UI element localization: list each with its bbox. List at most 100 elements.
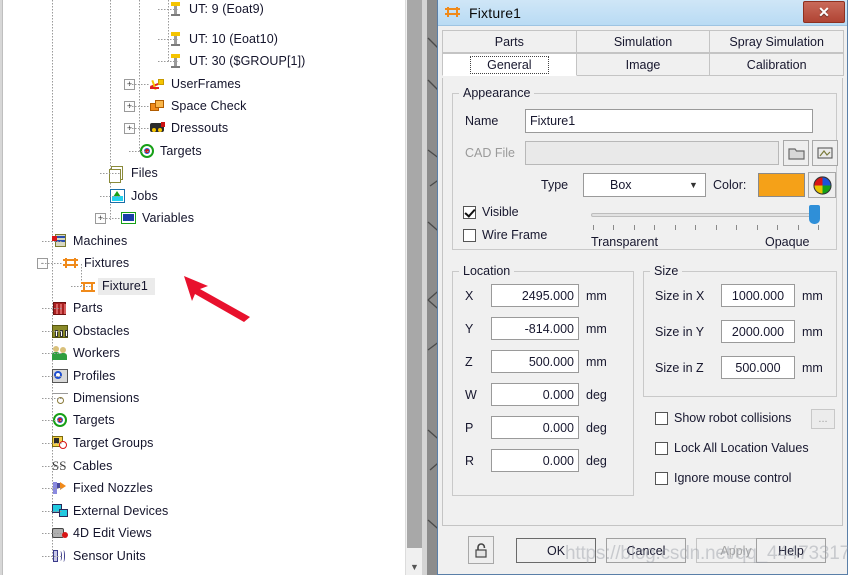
tree-item-target-groups[interactable]: Target Groups (50, 432, 154, 454)
transparency-slider-track[interactable] (591, 213, 819, 217)
ok-button[interactable]: OK (516, 538, 596, 563)
tree-connector-line (100, 173, 120, 174)
show-robot-collisions-checkbox[interactable]: Show robot collisions (655, 411, 791, 425)
project-tree-panel[interactable]: UT: 9 (Eoat9) UT: 10 (Eoat10) UT: 30 ($GRO… (0, 0, 422, 575)
size-z-input[interactable]: 500.000 (721, 356, 795, 379)
tree-item-label: Jobs (131, 189, 158, 203)
wireframe-checkbox-box[interactable] (463, 228, 476, 242)
lock-all-location-values-checkbox[interactable]: Lock All Location Values (655, 441, 809, 455)
help-button[interactable]: Help (756, 538, 826, 563)
location-r-label: R (465, 454, 475, 468)
type-select[interactable]: Box (583, 173, 706, 197)
show-robot-collisions-checkbox-box[interactable] (655, 411, 668, 425)
ignore-mouse-control-checkbox[interactable]: Ignore mouse control (655, 471, 791, 485)
location-w-input[interactable]: 0.000 (491, 383, 579, 406)
tree-connector-line (129, 106, 149, 107)
tree-item-label: Files (131, 166, 158, 180)
lock-icon[interactable] (468, 536, 494, 564)
tab-row-lower[interactable]: General Image Calibration (442, 53, 845, 76)
tree-item-userframes[interactable]: +UserFrames (124, 73, 241, 95)
tree-item-dimensions[interactable]: Dimensions (50, 387, 139, 409)
location-x-input[interactable]: 2495.000 (491, 284, 579, 307)
tree-item-label: Machines (73, 234, 128, 248)
tree-item-ut-9-eoat9[interactable]: UT: 9 (Eoat9) (166, 0, 264, 20)
scroll-down-arrow-icon[interactable]: ▼ (407, 558, 422, 575)
cancel-button[interactable]: Cancel (606, 538, 686, 563)
tree-scrollbar-thumb[interactable] (407, 0, 422, 548)
tree-item-dressouts[interactable]: +Dressouts (124, 117, 228, 139)
variables-icon (119, 209, 138, 227)
location-y-input[interactable]: -814.000 (491, 317, 579, 340)
tree-item-ut-10-eoat10[interactable]: UT: 10 (Eoat10) (166, 28, 278, 50)
folder-open-icon[interactable] (783, 140, 809, 166)
tree-connector-line (42, 443, 62, 444)
tree-item-list[interactable]: UT: 9 (Eoat9) UT: 10 (Eoat10) UT: 30 ($GRO… (0, 0, 405, 575)
tab-simulation[interactable]: Simulation (575, 30, 711, 53)
tree-connector-line (71, 286, 91, 287)
cad-file-input[interactable] (525, 141, 779, 165)
location-w-unit: deg (586, 388, 607, 402)
tree-item-label: UT: 30 ($GROUP[1]) (189, 54, 306, 68)
tree-item-fixed-nozzles[interactable]: Fixed Nozzles (50, 477, 153, 499)
location-z-input[interactable]: 500.000 (491, 350, 579, 373)
dialog-button-bar: OK Cancel Apply Help (438, 526, 847, 574)
tree-connector-line (158, 9, 178, 10)
tab-general[interactable]: General (442, 53, 577, 76)
wireframe-checkbox[interactable]: Wire Frame (463, 228, 547, 242)
tab-parts[interactable]: Parts (442, 30, 577, 53)
dialog-titlebar[interactable]: Fixture1 ✕ (438, 0, 847, 26)
tab-label: Image (625, 57, 661, 72)
tree-item-label: Targets (160, 144, 202, 158)
color-picker-icon[interactable] (808, 172, 836, 198)
tree-item-label: Workers (73, 346, 121, 360)
location-p-input[interactable]: 0.000 (491, 416, 579, 439)
tree-connector-line (42, 533, 62, 534)
tree-connector-line (129, 84, 149, 85)
location-r-input[interactable]: 0.000 (491, 449, 579, 472)
tab-row-upper[interactable]: Parts Simulation Spray Simulation (442, 30, 845, 53)
size-y-input[interactable]: 2000.000 (721, 320, 795, 343)
ignore-mouse-control-checkbox-box[interactable] (655, 471, 668, 485)
color-swatch[interactable] (758, 173, 805, 197)
visible-checkbox[interactable]: Visible (463, 205, 519, 219)
name-label: Name (465, 114, 499, 128)
tree-item-ut-30-group-1[interactable]: UT: 30 ($GROUP[1]) (166, 50, 305, 72)
tree-connector-line (42, 241, 62, 242)
tab-label: Spray Simulation (729, 34, 824, 49)
tree-connector-line (129, 151, 149, 152)
transparency-slider-thumb[interactable] (809, 205, 820, 224)
tree-item-external-devices[interactable]: External Devices (50, 500, 168, 522)
tab-calibration[interactable]: Calibration (709, 53, 845, 76)
tree-item-label: Targets (73, 413, 115, 427)
close-icon[interactable]: ✕ (803, 1, 845, 23)
tree-scrollbar[interactable]: ▼ (405, 0, 422, 575)
cad-file-label: CAD File (465, 146, 516, 160)
tree-item-label: Parts (73, 301, 103, 315)
tree-item-variables[interactable]: +Variables (95, 207, 194, 229)
location-r-unit: deg (586, 454, 607, 468)
location-legend: Location (463, 264, 511, 278)
tab-strip[interactable]: Parts Simulation Spray Simulation General I… (438, 26, 847, 76)
tree-item-4d-edit-views[interactable]: 4D Edit Views (50, 522, 152, 544)
lock-all-location-values-checkbox-box[interactable] (655, 441, 668, 455)
tab-image[interactable]: Image (575, 53, 711, 76)
tree-item-label: UT: 10 (Eoat10) (189, 32, 279, 46)
tree-item-label: Fixtures (84, 256, 130, 270)
tree-item-label: 4D Edit Views (73, 526, 152, 540)
tree-item-sensor-units[interactable]: Sensor Units (50, 545, 146, 567)
show-robot-collisions-browse-button[interactable]: ... (811, 409, 835, 429)
fixture-properties-dialog[interactable]: Fixture1 ✕ Parts Simulation Spray Simulati… (437, 0, 848, 575)
tab-label: Parts (494, 34, 524, 49)
tree-item-space-check[interactable]: +Space Check (124, 95, 247, 117)
tab-label: General (470, 55, 549, 74)
tree-item-label: External Devices (73, 504, 169, 518)
color-wheel-glyph (812, 175, 832, 195)
cad-import-icon[interactable] (812, 140, 838, 166)
tab-spray-simulation[interactable]: Spray Simulation (709, 30, 845, 53)
size-x-input[interactable]: 1000.000 (721, 284, 795, 307)
size-z-unit: mm (802, 361, 823, 375)
tree-connector-line (42, 556, 62, 557)
visible-checkbox-box[interactable] (463, 205, 476, 219)
name-input[interactable]: Fixture1 (525, 109, 813, 133)
tree-item-label: Space Check (171, 99, 247, 113)
